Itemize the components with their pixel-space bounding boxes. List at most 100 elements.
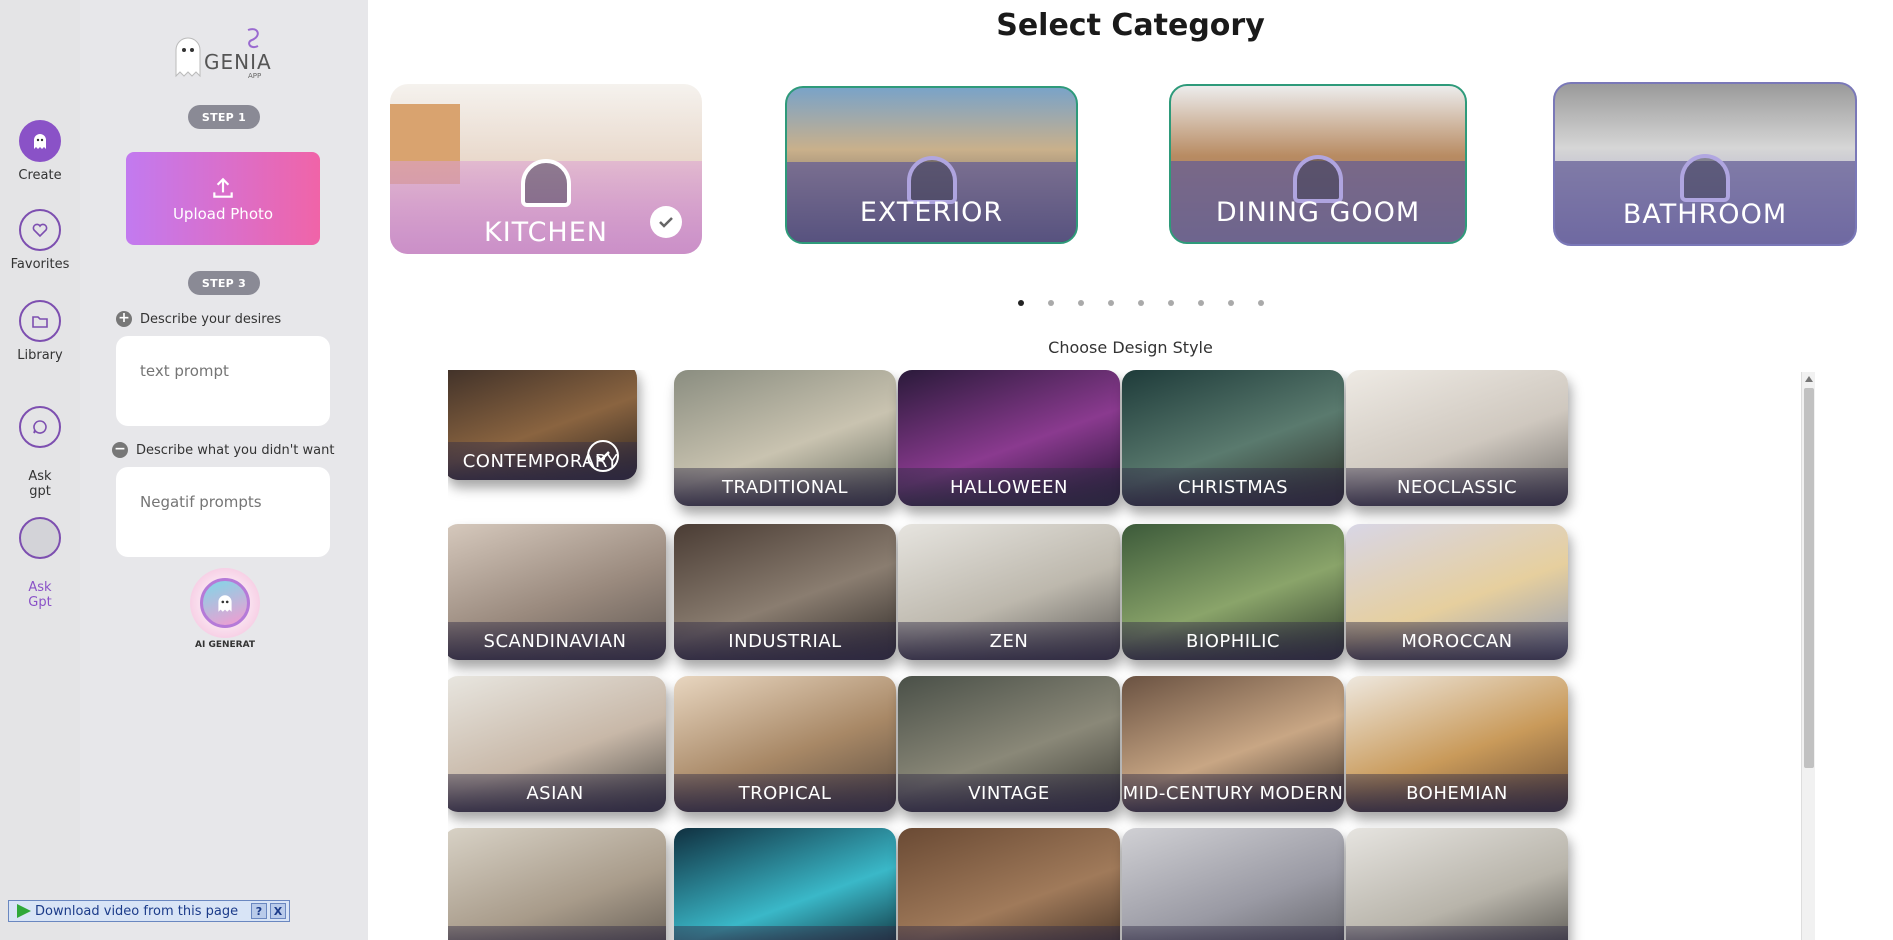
style-band [898,926,1120,940]
style-card[interactable]: VINTAGE [898,676,1120,812]
style-card[interactable]: CHRISTMAS [1122,370,1344,506]
rail-create[interactable]: Create [0,120,80,183]
style-card[interactable] [1346,828,1568,940]
carousel-dot[interactable] [1228,300,1234,306]
style-label: TROPICAL [738,783,832,804]
carousel-dot[interactable] [1048,300,1054,306]
ai-generate-label: AI GENERAT [195,640,255,650]
ghost-icon [200,578,250,628]
carousel-dot[interactable] [1198,300,1204,306]
style-band [1122,926,1344,940]
style-card[interactable]: BIOPHILIC [1122,524,1344,660]
style-label: HALLOWEEN [950,477,1068,498]
rail-ask-gpt[interactable]: Ask gpt [0,391,80,499]
carousel-dots [368,300,1893,310]
arch-icon [521,158,571,207]
style-band [1346,926,1568,940]
check-icon [650,206,682,238]
download-video-link[interactable]: Download video from this page [35,904,251,919]
ghost-icon [19,120,61,162]
style-card[interactable]: MID-CENTURY MODERN [1122,676,1344,812]
carousel-dot[interactable] [1168,300,1174,306]
style-grid-scrollbar[interactable] [1801,372,1815,940]
rail-favorites[interactable]: Favorites [0,209,80,272]
style-label: MID-CENTURY MODERN [1122,783,1344,804]
main-content: Select Category KITCHEN EXTERIOR DINING … [368,0,1893,940]
minus-icon[interactable]: − [112,442,128,458]
rail-ask-gpt-2[interactable]: Ask Gpt [0,502,80,610]
rail-library-label: Library [17,348,63,363]
app-logo: GENIA APP [168,24,288,84]
style-label: MOROCCAN [1401,631,1513,652]
blank-icon [19,517,61,559]
upload-photo-label: Upload Photo [172,204,274,223]
style-label: ZEN [989,631,1029,652]
style-label: CHRISTMAS [1177,477,1289,498]
plus-icon[interactable]: + [116,311,132,327]
style-card[interactable]: NEOCLASSIC [1346,370,1568,506]
ai-orb [190,568,260,638]
carousel-dot[interactable] [1258,300,1264,306]
check-icon [587,440,619,472]
step-1-badge: STEP 1 [188,105,260,129]
upload-icon [213,177,233,198]
style-card[interactable]: SCANDINAVIAN [448,524,666,660]
carousel-dot[interactable] [1138,300,1144,306]
rail-create-label: Create [18,168,62,183]
style-card[interactable]: ZEN [898,524,1120,660]
style-card[interactable]: HALLOWEEN [898,370,1120,506]
scroll-up-icon[interactable] [1805,376,1813,382]
style-label: SCANDINAVIAN [483,631,627,652]
style-label: VINTAGE [968,783,1050,804]
close-button[interactable]: X [270,903,286,919]
download-video-bar[interactable]: Download video from this page ? X [8,900,290,922]
category-card-bathroom[interactable]: BATHROOM [1553,82,1857,246]
carousel-dot[interactable] [1108,300,1114,306]
desires-label: + Describe your desires [116,311,281,327]
scroll-thumb[interactable] [1804,388,1814,768]
desires-label-text: Describe your desires [140,311,282,327]
category-card-exterior[interactable]: EXTERIOR [785,86,1078,244]
desires-input[interactable] [116,336,330,426]
ai-generate-button[interactable]: AI GENERAT [180,568,270,658]
step-3-badge: STEP 3 [188,271,260,295]
upload-photo-button[interactable]: Upload Photo [126,152,320,245]
style-card[interactable]: CONTEMPORARY [448,370,637,480]
style-card[interactable]: MOROCCAN [1346,524,1568,660]
style-card[interactable]: BOHEMIAN [1346,676,1568,812]
style-card[interactable] [1122,828,1344,940]
style-card[interactable] [448,828,666,940]
style-card[interactable] [674,828,896,940]
category-card-dining-room[interactable]: DINING GOOM [1169,84,1467,244]
style-label: BIOPHILIC [1186,631,1280,652]
play-icon [17,904,31,918]
style-card[interactable]: INDUSTRIAL [674,524,896,660]
style-label: INDUSTRIAL [728,631,842,652]
heart-icon [19,209,61,251]
style-card[interactable] [898,828,1120,940]
style-label: BOHEMIAN [1406,783,1508,804]
section-subtitle: Choose Design Style [1048,338,1213,357]
carousel-dot[interactable] [1018,300,1024,306]
settings-panel: GENIA APP STEP 1 Upload Photo STEP 3 + D… [80,0,368,940]
rail-ask-gpt-label: Ask gpt [28,469,52,499]
logo-text: GENIA [204,50,272,74]
category-label: BATHROOM [1622,199,1788,230]
negative-label-text: Describe what you didn't want [136,442,335,458]
style-band [448,926,666,940]
folder-icon [19,300,61,342]
carousel-dot[interactable] [1078,300,1084,306]
style-card[interactable]: TROPICAL [674,676,896,812]
rail-library[interactable]: Library [0,300,80,363]
negative-label: − Describe what you didn't want [112,442,334,458]
left-rail: Create Favorites Library Ask gpt Ask Gpt [0,0,80,940]
category-card-kitchen[interactable]: KITCHEN [390,84,702,254]
negative-input[interactable] [116,467,330,557]
style-label: ASIAN [526,783,584,804]
logo-sub: APP [248,72,262,80]
style-card[interactable]: TRADITIONAL [674,370,896,506]
category-label: EXTERIOR [859,197,1004,228]
style-label: NEOCLASSIC [1396,477,1518,498]
style-card[interactable]: ASIAN [448,676,666,812]
help-button[interactable]: ? [251,903,267,919]
